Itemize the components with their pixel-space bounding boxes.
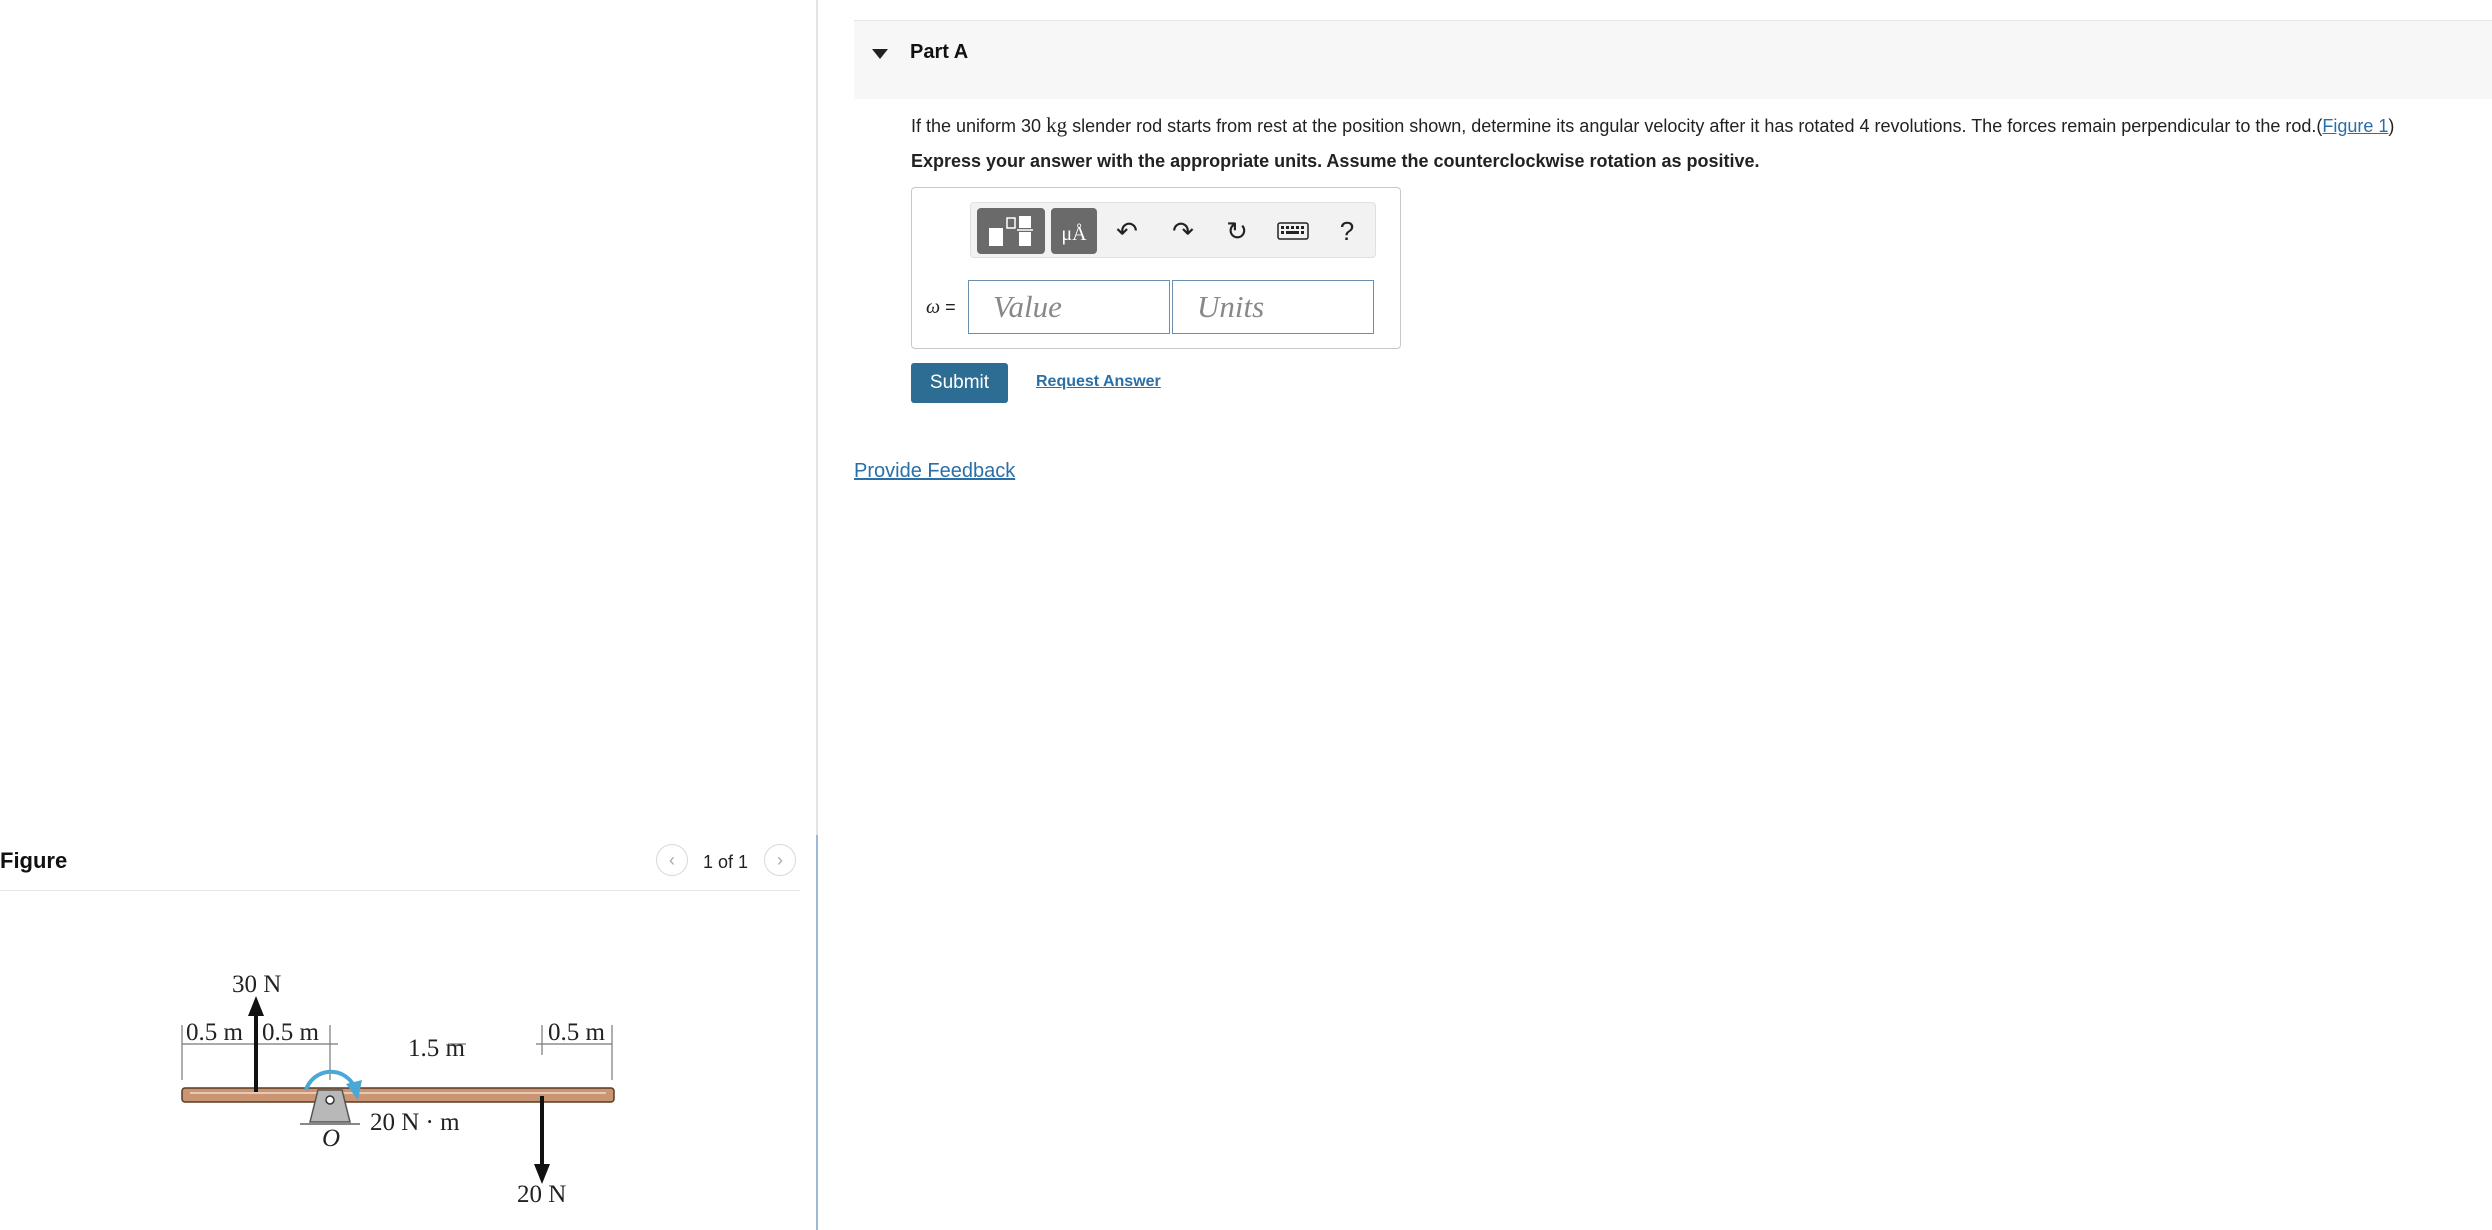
answer-label: ω = — [926, 296, 956, 318]
moment-label: 20 N · m — [370, 1109, 460, 1136]
dim-label-3: 1.5 m — [408, 1035, 466, 1062]
figure-link[interactable]: Figure 1 — [2322, 116, 2388, 136]
dim-label-4: 0.5 m — [548, 1019, 606, 1046]
undo-icon[interactable]: ↶ — [1109, 215, 1145, 247]
prev-figure-button[interactable]: ‹ — [656, 844, 688, 876]
pivot-label: O — [322, 1125, 340, 1152]
templates-icon — [989, 216, 1033, 246]
submit-button[interactable]: Submit — [911, 363, 1008, 403]
rod — [181, 1087, 615, 1103]
request-answer-link[interactable]: Request Answer — [1036, 373, 1161, 391]
answer-box: μÅ ↶ ↷ ↻ ? ω = Value Units — [911, 187, 1401, 349]
chevron-right-icon: › — [777, 850, 783, 870]
provide-feedback-link[interactable]: Provide Feedback — [854, 460, 1015, 483]
help-button[interactable]: ? — [1329, 215, 1365, 247]
figure-title: Figure — [0, 848, 68, 873]
part-title: Part A — [910, 41, 969, 63]
caret-down-icon[interactable] — [872, 49, 888, 59]
part-header[interactable]: Part A — [854, 20, 2492, 99]
force-up-label: 30 N — [232, 971, 281, 998]
force-down-label: 20 N — [517, 1181, 566, 1208]
reset-icon[interactable]: ↻ — [1219, 215, 1255, 247]
chevron-left-icon: ‹ — [669, 850, 675, 870]
next-figure-button[interactable]: › — [764, 844, 796, 876]
keyboard-icon[interactable] — [1275, 217, 1311, 249]
math-toolbar: μÅ ↶ ↷ ↻ ? — [970, 202, 1376, 258]
redo-icon[interactable]: ↷ — [1165, 215, 1201, 247]
figure-header: Figure ‹ 1 of 1 › — [0, 840, 800, 891]
dim-label-1: 0.5 m — [186, 1019, 244, 1046]
units-button[interactable]: μÅ — [1051, 208, 1097, 254]
dim-label-2: 0.5 m — [262, 1019, 320, 1046]
force-up-arrow — [248, 996, 264, 1016]
mass-unit: kg — [1046, 113, 1068, 137]
value-input[interactable]: Value — [968, 280, 1170, 334]
page-indicator: 1 of 1 — [703, 852, 749, 872]
instructions: Express your answer with the appropriate… — [911, 151, 1760, 171]
units-input[interactable]: Units — [1172, 280, 1374, 334]
question-panel: Part A If the uniform 30 kg slender rod … — [818, 0, 2492, 1230]
templates-button[interactable] — [977, 208, 1045, 254]
question-text: If the uniform 30 kg slender rod starts … — [911, 113, 2395, 137]
rod-diagram: 0.5 m 0.5 m 1.5 m 0.5 m 30 N 20 N O 20 N — [181, 971, 615, 1208]
figure-panel: Figure ‹ 1 of 1 › 0.5 m 0.5 m 1.5 m 0.5 … — [0, 0, 816, 1230]
